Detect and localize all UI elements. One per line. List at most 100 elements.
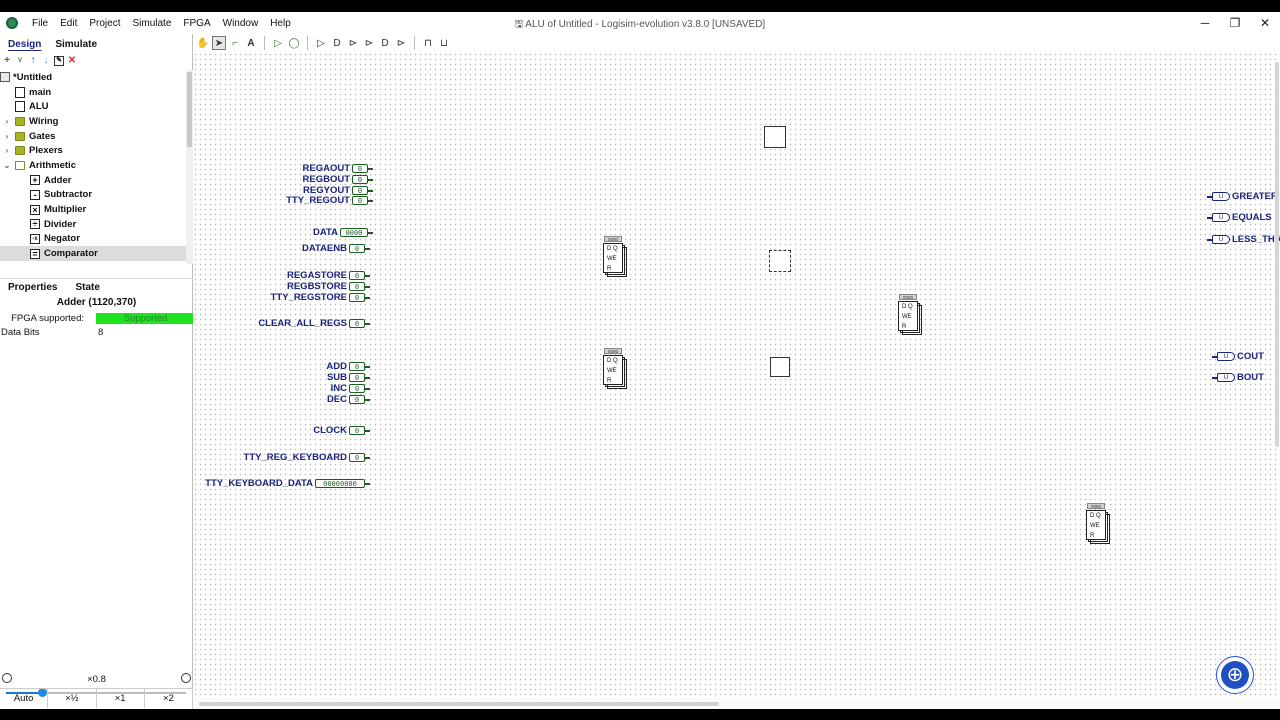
output-pin-icon[interactable]: ◯ — [287, 36, 301, 50]
appearance-icon[interactable]: ⊔ — [437, 36, 451, 50]
input-pin-box[interactable]: 0 — [349, 426, 370, 435]
menu-simulate[interactable]: Simulate — [126, 18, 177, 29]
menu-file[interactable]: File — [26, 18, 54, 29]
tree-item-comparator[interactable]: = Comparator — [0, 246, 186, 261]
navigation-button[interactable]: ⊕ — [1216, 656, 1254, 694]
tab-design[interactable]: Design — [8, 39, 41, 50]
add-circuit-icon[interactable]: + — [2, 56, 12, 66]
minimize-button[interactable]: ─ — [1190, 12, 1220, 34]
input-pin-box[interactable]: 0000 — [340, 228, 373, 237]
nor-gate-icon[interactable]: ⊳ — [394, 36, 408, 50]
menu-help[interactable]: Help — [264, 18, 297, 29]
project-icon — [0, 72, 10, 83]
canvas-horizontal-scrollbar[interactable] — [193, 699, 1280, 709]
tree-item-negator[interactable]: -x Negator — [0, 232, 186, 247]
tree-item-arithmetic[interactable]: ⌄ Arithmetic — [0, 158, 186, 173]
adder-icon: + — [30, 175, 40, 186]
prop-value-data-bits[interactable]: 8 — [96, 327, 193, 338]
tree-item-main[interactable]: main — [0, 85, 186, 100]
tree-item-divider[interactable]: ÷ Divider — [0, 217, 186, 232]
input-pin-box[interactable]: 0 — [352, 196, 373, 205]
chevron-down-icon[interactable]: ⌄ — [3, 161, 11, 170]
tree-item-adder[interactable]: + Adder — [0, 173, 186, 188]
select-arrow-icon[interactable]: ➤ — [212, 36, 226, 50]
maximize-button[interactable]: ❐ — [1220, 12, 1250, 34]
text-icon[interactable]: A — [244, 36, 258, 50]
edit-icon[interactable]: ✎ — [54, 56, 64, 66]
chevron-right-icon[interactable]: › — [3, 132, 11, 141]
input-pin-box[interactable]: 0 — [349, 244, 370, 253]
tree-item-wiring[interactable]: › Wiring — [0, 114, 186, 129]
register-component[interactable]: 0000 D Q WE R — [1086, 503, 1110, 544]
input-pin-box[interactable]: 0 — [349, 373, 370, 382]
hand-icon[interactable]: ✋ — [196, 36, 210, 50]
zoom-half-button[interactable]: ×½ — [48, 689, 97, 708]
multiplier-icon: × — [30, 204, 40, 215]
register-component[interactable]: 0000 D Q WE R — [603, 348, 627, 389]
prop-row-data-bits[interactable]: Data Bits 8 — [0, 326, 193, 339]
register-component[interactable]: 0000 D Q WE R — [898, 294, 922, 335]
menu-window[interactable]: Window — [217, 18, 265, 29]
delete-icon[interactable]: ✕ — [67, 56, 77, 66]
input-pin-box[interactable]: 0 — [349, 282, 370, 291]
output-pin-box[interactable]: U — [1207, 213, 1230, 222]
input-pin-box[interactable]: 0 — [349, 293, 370, 302]
input-pin-box[interactable]: 00000000 — [315, 479, 370, 488]
input-pin-box[interactable]: 0 — [352, 186, 373, 195]
chevron-right-icon[interactable]: › — [3, 146, 11, 155]
nand-gate-icon[interactable]: D — [378, 36, 392, 50]
tab-properties[interactable]: Properties — [8, 282, 57, 293]
menu-edit[interactable]: Edit — [54, 18, 83, 29]
register-component[interactable]: 0000 D Q WE R — [603, 236, 627, 277]
menu-project[interactable]: Project — [83, 18, 126, 29]
vscroll-thumb[interactable] — [1275, 62, 1279, 447]
chevron-right-icon[interactable]: › — [3, 117, 11, 126]
input-pin-box[interactable]: 0 — [349, 395, 370, 404]
input-pin-box[interactable]: 0 — [349, 319, 370, 328]
canvas-vertical-scrollbar[interactable] — [1274, 52, 1280, 699]
output-pin-box[interactable]: U — [1207, 192, 1230, 201]
vhdl-icon[interactable]: V — [15, 56, 25, 66]
zoom-1x-button[interactable]: ×1 — [97, 689, 145, 708]
register-q-label: Q — [1096, 513, 1101, 519]
tree-item-multiplier[interactable]: × Multiplier — [0, 202, 186, 217]
not-gate-icon[interactable]: ▷ — [314, 36, 328, 50]
menu-fpga[interactable]: FPGA — [177, 18, 216, 29]
or-gate-icon[interactable]: ⊳ — [346, 36, 360, 50]
tree-item-gates[interactable]: › Gates — [0, 129, 186, 144]
splitter-component[interactable] — [764, 126, 786, 148]
zoom-in-icon[interactable] — [181, 673, 191, 683]
zoom-auto-button[interactable]: Auto — [0, 689, 49, 708]
tab-state[interactable]: State — [75, 282, 99, 293]
tab-simulate[interactable]: Simulate — [55, 39, 97, 50]
hscroll-thumb[interactable] — [199, 702, 719, 706]
input-pin-box[interactable]: 0 — [349, 453, 370, 462]
output-pin-box[interactable]: U — [1212, 352, 1235, 361]
tree-root[interactable]: *Untitled — [0, 70, 186, 85]
tree-item-alu[interactable]: ALU — [0, 99, 186, 114]
tree-item-subtractor[interactable]: - Subtractor — [0, 188, 186, 203]
comparator-component[interactable] — [770, 357, 790, 377]
layout-icon[interactable]: ⊓ — [421, 36, 435, 50]
register-r-label: R — [902, 324, 907, 330]
and-gate-icon[interactable]: D — [330, 36, 344, 50]
zoom-2x-button[interactable]: ×2 — [145, 689, 193, 708]
tree-scrollbar[interactable] — [186, 70, 193, 264]
tree-item-plexers[interactable]: › Plexers — [0, 143, 186, 158]
input-pin-box[interactable]: 0 — [349, 271, 370, 280]
input-pin-box[interactable]: 0 — [349, 362, 370, 371]
wire-icon[interactable]: ⌐ — [228, 36, 242, 50]
input-pin-box[interactable]: 0 — [349, 384, 370, 393]
tree-scroll-thumb[interactable] — [187, 72, 192, 147]
output-pin-box[interactable]: U — [1212, 373, 1235, 382]
move-up-icon[interactable]: ↑ — [28, 56, 38, 66]
move-down-icon[interactable]: ↓ — [41, 56, 51, 66]
xor-gate-icon[interactable]: ⊳ — [362, 36, 376, 50]
input-pin-icon[interactable]: ▷ — [271, 36, 285, 50]
close-button[interactable]: ✕ — [1250, 12, 1280, 34]
adder-component-selected[interactable] — [769, 250, 791, 272]
output-pin-box[interactable]: U — [1207, 235, 1230, 244]
input-pin-box[interactable]: 0 — [352, 164, 373, 173]
circuit-canvas[interactable]: 0 REGAOUT 0 REGBOUT 0 REGYOUT 0 TTY_REGOUT 0000 D… — [193, 52, 1280, 699]
input-pin-box[interactable]: 0 — [352, 175, 373, 184]
